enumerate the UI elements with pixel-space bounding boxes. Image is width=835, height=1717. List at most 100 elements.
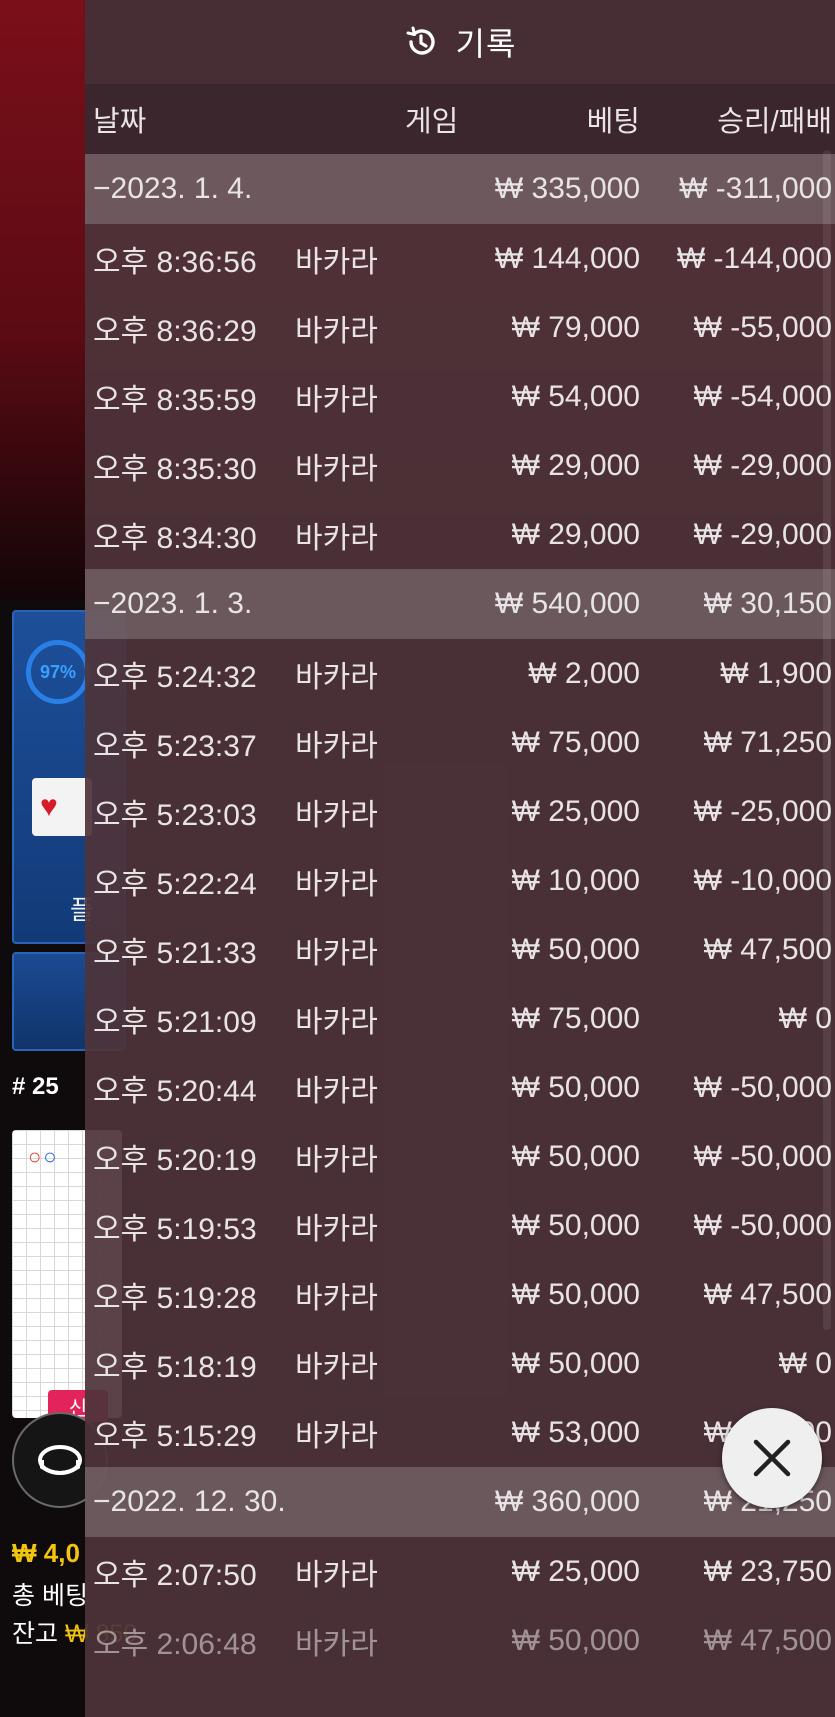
history-row: 오후 8:35:30 바카라 ₩ 29,000 ₩ -29,000 (85, 431, 835, 500)
history-row: 오후 5:21:09 바카라 ₩ 75,000 ₩ 0 (85, 984, 835, 1053)
group-win-total: ₩ -311,000 (679, 172, 832, 205)
close-button[interactable] (722, 1408, 822, 1508)
close-icon (753, 1439, 791, 1477)
history-row: 오후 5:18:19 바카라 ₩ 50,000 ₩ 0 (85, 1329, 835, 1398)
row-win-loss: ₩ -50,000 (693, 1208, 832, 1242)
row-game: 바카라 (295, 383, 378, 417)
date-group-row[interactable]: −2023. 1. 4. ₩ 335,000 ₩ -311,000 (85, 154, 835, 224)
row-bet: ₩ 144,000 (494, 241, 640, 275)
history-icon (406, 26, 435, 55)
column-headers: 날짜 게임 베팅 승리/패배 (85, 84, 835, 154)
history-row: 오후 5:21:33 바카라 ₩ 50,000 ₩ 47,500 (85, 915, 835, 984)
row-bet: ₩ 75,000 (511, 725, 640, 759)
progress-percent: 97% (39, 661, 77, 682)
row-game: 바카라 (295, 798, 378, 832)
row-bet: ₩ 54,000 (511, 379, 640, 413)
row-bet: ₩ 79,000 (511, 310, 640, 344)
remaining-label: 잔고 (12, 1620, 59, 1648)
row-time: 오후 2:06:48 (93, 1627, 257, 1661)
row-time: 오후 8:34:30 (93, 521, 257, 555)
row-game: 바카라 (295, 1212, 378, 1246)
col-date: 날짜 (93, 106, 147, 138)
history-row: 오후 5:23:03 바카라 ₩ 25,000 ₩ -25,000 (85, 777, 835, 846)
row-game: 바카라 (295, 867, 378, 901)
row-win-loss: ₩ -25,000 (693, 794, 832, 828)
row-game: 바카라 (295, 1005, 378, 1039)
history-row: 오후 8:36:56 바카라 ₩ 144,000 ₩ -144,000 (85, 224, 835, 293)
scrollbar[interactable] (823, 150, 831, 1330)
row-bet: ₩ 50,000 (511, 1277, 640, 1311)
history-row: 오후 2:06:48 바카라 ₩ 50,000 ₩ 47,500 (85, 1606, 835, 1675)
row-time: 오후 8:36:56 (93, 245, 257, 279)
row-win-loss: ₩ 71,250 (703, 725, 832, 759)
row-win-loss: ₩ 23,750 (703, 1554, 832, 1588)
history-row: 오후 5:22:24 바카라 ₩ 10,000 ₩ -10,000 (85, 846, 835, 915)
row-win-loss: ₩ 0 (778, 1346, 832, 1380)
row-bet: ₩ 25,000 (511, 794, 640, 828)
row-time: 오후 5:21:33 (93, 936, 257, 970)
row-game: 바카라 (295, 245, 378, 279)
row-win-loss: ₩ 47,500 (703, 1623, 832, 1657)
row-game: 바카라 (295, 729, 378, 763)
row-game: 바카라 (295, 1074, 378, 1108)
balance-amount: ₩ 4,0 (12, 1538, 80, 1568)
progress-ring: 97% (26, 640, 90, 704)
row-bet: ₩ 50,000 (511, 932, 640, 966)
row-win-loss: ₩ -144,000 (676, 241, 832, 275)
history-row: 오후 8:34:30 바카라 ₩ 29,000 ₩ -29,000 (85, 500, 835, 569)
group-date: −2022. 12. 30. (93, 1485, 286, 1518)
playing-card: ♥ (32, 778, 92, 836)
history-row: 오후 2:07:50 바카라 ₩ 25,000 ₩ 23,750 (85, 1537, 835, 1606)
row-win-loss: ₩ -50,000 (693, 1070, 832, 1104)
row-bet: ₩ 29,000 (511, 517, 640, 551)
row-win-loss: ₩ 1,900 (720, 656, 832, 690)
date-group-row[interactable]: −2023. 1. 3. ₩ 540,000 ₩ 30,150 (85, 569, 835, 639)
group-win-total: ₩ 30,150 (703, 587, 832, 620)
row-game: 바카라 (295, 521, 378, 555)
row-bet: ₩ 50,000 (511, 1346, 640, 1380)
group-bet-total: ₩ 540,000 (494, 587, 640, 620)
date-group-row[interactable]: −2022. 12. 30.₩ 360,000₩ 21,250 (85, 1467, 835, 1537)
row-win-loss: ₩ 47,500 (703, 1277, 832, 1311)
history-row: 오후 5:20:19 바카라 ₩ 50,000 ₩ -50,000 (85, 1122, 835, 1191)
history-header: 기록 (85, 0, 835, 84)
total-bet-label: 총 베팅 (12, 1582, 88, 1610)
row-game: 바카라 (295, 1627, 378, 1661)
row-game: 바카라 (295, 1558, 378, 1592)
row-bet: ₩ 50,000 (511, 1623, 640, 1657)
row-time: 오후 5:19:28 (93, 1281, 257, 1315)
row-time: 오후 5:23:37 (93, 729, 257, 763)
row-time: 오후 5:18:19 (93, 1350, 257, 1384)
group-date: −2023. 1. 3. (93, 587, 253, 620)
heart-suit-icon: ♥ (40, 790, 58, 823)
row-bet: ₩ 50,000 (511, 1139, 640, 1173)
row-time: 오후 8:35:59 (93, 383, 257, 417)
chip-icon (38, 1445, 82, 1475)
history-row: 오후 5:24:32 바카라 ₩ 2,000 ₩ 1,900 (85, 639, 835, 708)
row-time: 오후 8:36:29 (93, 314, 257, 348)
row-bet: ₩ 50,000 (511, 1208, 640, 1242)
row-bet: ₩ 25,000 (511, 1554, 640, 1588)
col-win-loss: 승리/패배 (717, 106, 832, 138)
col-game: 게임 (405, 106, 459, 138)
group-date: −2023. 1. 4. (93, 172, 253, 205)
row-win-loss: ₩ -54,000 (693, 379, 832, 413)
group-bet-total: ₩ 335,000 (494, 172, 640, 205)
bead-road-markers: ○○ (28, 1144, 59, 1169)
history-row: 오후 5:23:37 바카라 ₩ 75,000 ₩ 71,250 (85, 708, 835, 777)
table-number: # 25 (12, 1073, 59, 1100)
row-win-loss: ₩ -50,000 (693, 1139, 832, 1173)
row-game: 바카라 (295, 1143, 378, 1177)
row-game: 바카라 (295, 660, 378, 694)
row-win-loss: ₩ -10,000 (693, 863, 832, 897)
row-bet: ₩ 2,000 (528, 656, 640, 690)
row-time: 오후 5:22:24 (93, 867, 257, 901)
row-bet: ₩ 53,000 (511, 1415, 640, 1449)
history-row: 오후 5:20:44 바카라 ₩ 50,000 ₩ -50,000 (85, 1053, 835, 1122)
row-bet: ₩ 10,000 (511, 863, 640, 897)
row-game: 바카라 (295, 1419, 378, 1453)
row-time: 오후 5:20:44 (93, 1074, 257, 1108)
row-game: 바카라 (295, 314, 378, 348)
row-time: 오후 5:23:03 (93, 798, 257, 832)
history-row: 오후 5:19:28 바카라 ₩ 50,000 ₩ 47,500 (85, 1260, 835, 1329)
